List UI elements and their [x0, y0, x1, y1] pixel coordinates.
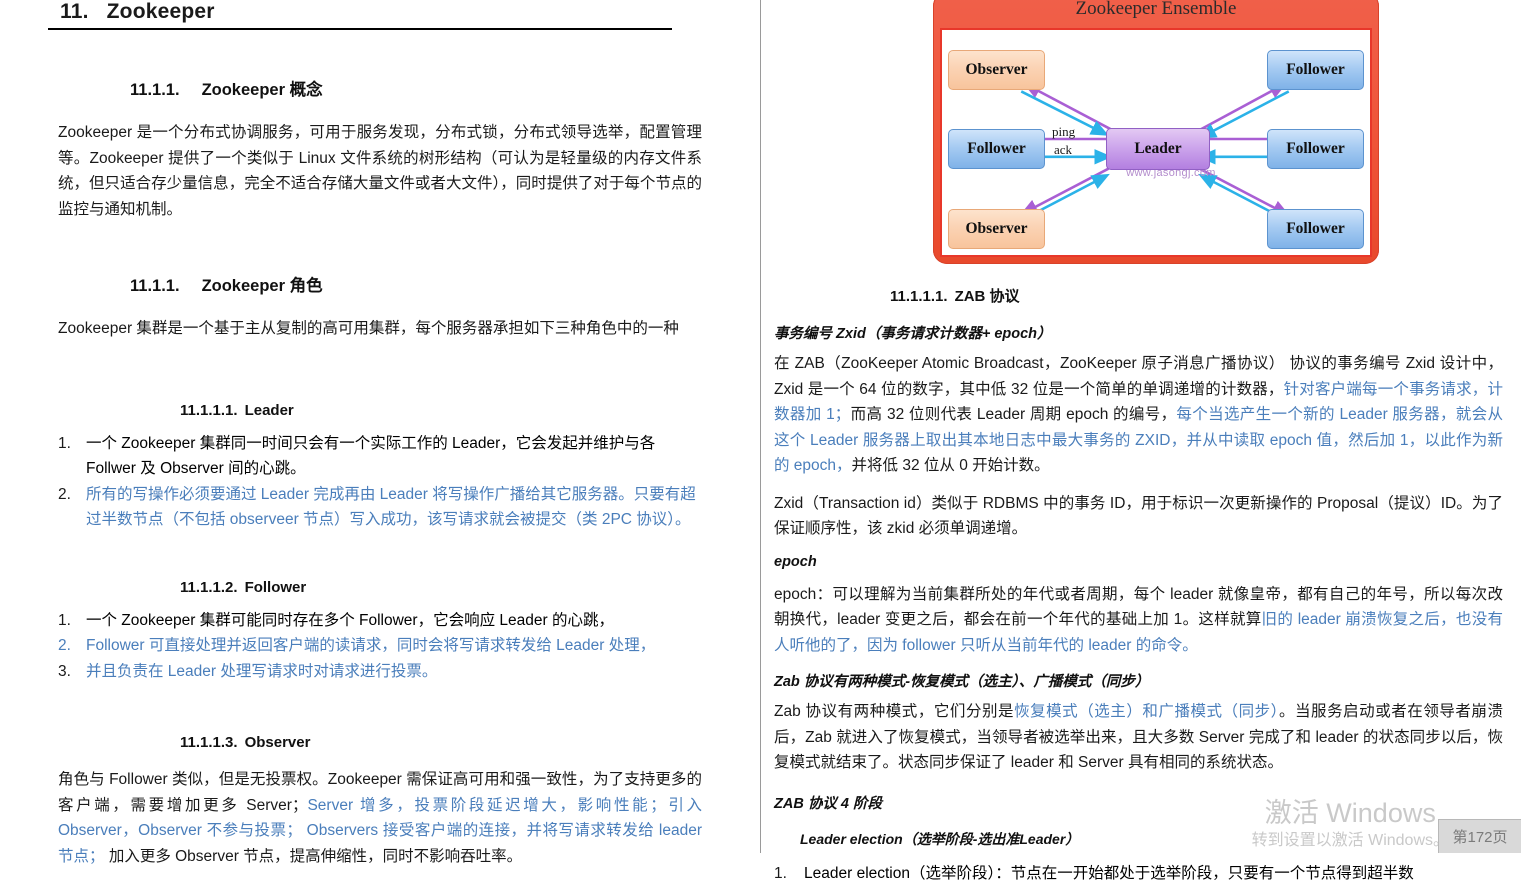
subheading-zxid: 事务编号 Zxid（事务请求计数器+ epoch） — [760, 322, 1521, 343]
page-title: 11. Zookeeper — [48, 0, 672, 30]
heading-follower-title: Follower — [245, 579, 307, 596]
subheading-leader-election: Leader election（选举阶段-选出准Leader） — [760, 829, 1521, 849]
list-marker: 1. — [58, 431, 86, 457]
subheading-epoch: epoch — [760, 554, 1521, 570]
list-follower: 1. 一个 Zookeeper 集群可能同时存在多个 Follower，它会响应… — [0, 608, 760, 685]
list-item: 2. 所有的写操作必须要通过 Leader 完成再由 Leader 将写操作广播… — [58, 482, 702, 533]
heading-follower: 11.1.1.2. Follower — [0, 579, 760, 596]
paragraph-zxid: 在 ZAB（ZooKeeper Atomic Broadcast，ZooKeep… — [760, 351, 1521, 479]
list-text: 并且负责在 Leader 处理写请求时对请求进行投票。 — [86, 659, 702, 685]
heading-leader: 11.1.1.1. Leader — [0, 402, 760, 419]
list-text: Leader election（选举阶段）：节点在一开始都处于选举阶段，只要有一… — [804, 861, 1503, 886]
diagram-node-follower-mid-right: Follower — [1267, 129, 1364, 169]
zxid-part-5: 并将低 32 位从 0 开始计数。 — [852, 457, 1050, 474]
diagram-node-observer-bottom: Observer — [948, 209, 1045, 249]
list-zab-phases: 1. Leader election（选举阶段）：节点在一开始都处于选举阶段，只… — [760, 861, 1521, 886]
zab-modes-part-2: 恢复模式（选主）和广播模式（同步） — [1014, 703, 1279, 720]
list-item: 1. 一个 Zookeeper 集群同一时间只会有一个实际工作的 Leader，… — [58, 431, 702, 482]
paragraph-zab-modes: Zab 协议有两种模式，它们分别是恢复模式（选主）和广播模式（同步）。当服务启动… — [760, 699, 1521, 776]
diagram-node-follower-bottom-right: Follower — [1267, 209, 1364, 249]
heading-leader-number: 11.1.1.1. — [180, 402, 238, 419]
left-column: 11. Zookeeper 11.1.1. Zookeeper 概念 Zookeep… — [0, 0, 760, 853]
list-leader: 1. 一个 Zookeeper 集群同一时间只会有一个实际工作的 Leader，… — [0, 431, 760, 533]
page-title-number: 11. — [60, 0, 89, 23]
list-text: 一个 Zookeeper 集群可能同时存在多个 Follower，它会响应 Le… — [86, 608, 702, 634]
heading-zookeeper-roles: 11.1.1. Zookeeper 角色 — [0, 272, 760, 296]
heading-zab-title: ZAB 协议 — [955, 288, 1020, 305]
heading-observer-title: Observer — [245, 734, 311, 751]
zookeeper-ensemble-diagram: Zookeeper Ensemble — [933, 0, 1379, 264]
diagram-title: Zookeeper Ensemble — [933, 0, 1379, 20]
heading-roles-number: 11.1.1. — [130, 277, 180, 295]
zab-modes-part-1: Zab 协议有两种模式，它们分别是 — [774, 703, 1014, 720]
page-number-badge: 第172页 — [1438, 819, 1521, 853]
heading-observer: 11.1.1.3. Observer — [0, 734, 760, 751]
heading-zab: 11.1.1.1. ZAB 协议 — [760, 285, 1521, 306]
paragraph-roles: Zookeeper 集群是一个基于主从复制的高可用集群，每个服务器承担如下三种角… — [0, 316, 760, 342]
observer-part-3: 加入更多 Observer 节点，提高伸缩性，同时不影响吞吐率。 — [105, 848, 523, 865]
list-marker: 2. — [58, 633, 86, 659]
list-item: 2. Follower 可直接处理并返回客户端的读请求，同时会将写请求转发给 L… — [58, 633, 702, 659]
paragraph-concept: Zookeeper 是一个分布式协调服务，可用于服务发现，分布式锁，分布式领导选… — [0, 120, 760, 222]
heading-leader-title: Leader — [245, 402, 294, 419]
document-page: 11. Zookeeper 11.1.1. Zookeeper 概念 Zookeep… — [0, 0, 1521, 853]
list-marker: 2. — [58, 482, 86, 508]
list-text: 一个 Zookeeper 集群同一时间只会有一个实际工作的 Leader，它会发… — [86, 431, 702, 482]
list-item: 1. 一个 Zookeeper 集群可能同时存在多个 Follower，它会响应… — [58, 608, 702, 634]
list-text: 所有的写操作必须要通过 Leader 完成再由 Leader 将写操作广播给其它… — [86, 482, 702, 533]
diagram-watermark: www.jasongj.com — [1107, 167, 1235, 179]
heading-concept-number: 11.1.1. — [130, 81, 180, 99]
subheading-zab-modes: Zab 协议有两种模式-恢复模式（选主）、广播模式（同步） — [760, 670, 1521, 691]
list-marker: 1. — [58, 608, 86, 634]
list-marker: 1. — [774, 861, 804, 886]
diagram-label-ack: ack — [1054, 142, 1072, 158]
subheading-zab-phases: ZAB 协议 4 阶段 — [760, 792, 1521, 813]
diagram-label-ping: ping — [1052, 124, 1075, 140]
paragraph-epoch: epoch：可以理解为当前集群所处的年代或者周期，每个 leader 就像皇帝，… — [760, 582, 1521, 659]
paragraph-zxid-definition: Zxid（Transaction id）类似于 RDBMS 中的事务 ID，用于… — [760, 491, 1521, 542]
list-item: 3. 并且负责在 Leader 处理写请求时对请求进行投票。 — [58, 659, 702, 685]
list-text: Follower 可直接处理并返回客户端的读请求，同时会将写请求转发给 Lead… — [86, 633, 702, 659]
heading-follower-number: 11.1.1.2. — [180, 579, 238, 596]
right-column: Zookeeper Ensemble — [760, 0, 1521, 853]
heading-roles-title: Zookeeper 角色 — [202, 277, 323, 295]
diagram-node-observer-top: Observer — [948, 50, 1045, 90]
diagram-node-leader: Leader www.jasongj.com — [1106, 128, 1210, 170]
diagram-node-leader-label: Leader — [1134, 140, 1181, 158]
list-marker: 3. — [58, 659, 86, 685]
paragraph-observer: 角色与 Follower 类似，但是无投票权。Zookeeper 需保证高可用和… — [0, 767, 760, 869]
page-title-text: Zookeeper — [107, 0, 215, 23]
heading-zab-number: 11.1.1.1. — [890, 288, 948, 305]
diagram-node-follower-left: Follower — [948, 129, 1045, 169]
list-item: 1. Leader election（选举阶段）：节点在一开始都处于选举阶段，只… — [774, 861, 1503, 886]
diagram-node-follower-top-right: Follower — [1267, 50, 1364, 90]
diagram-canvas: Observer Follower Observer Leader www.ja… — [940, 28, 1372, 257]
heading-concept-title: Zookeeper 概念 — [202, 81, 323, 99]
zxid-part-3: 而高 32 位则代表 Leader 周期 epoch 的编号， — [850, 406, 1176, 423]
heading-observer-number: 11.1.1.3. — [180, 734, 238, 751]
heading-zookeeper-concept: 11.1.1. Zookeeper 概念 — [0, 76, 760, 100]
